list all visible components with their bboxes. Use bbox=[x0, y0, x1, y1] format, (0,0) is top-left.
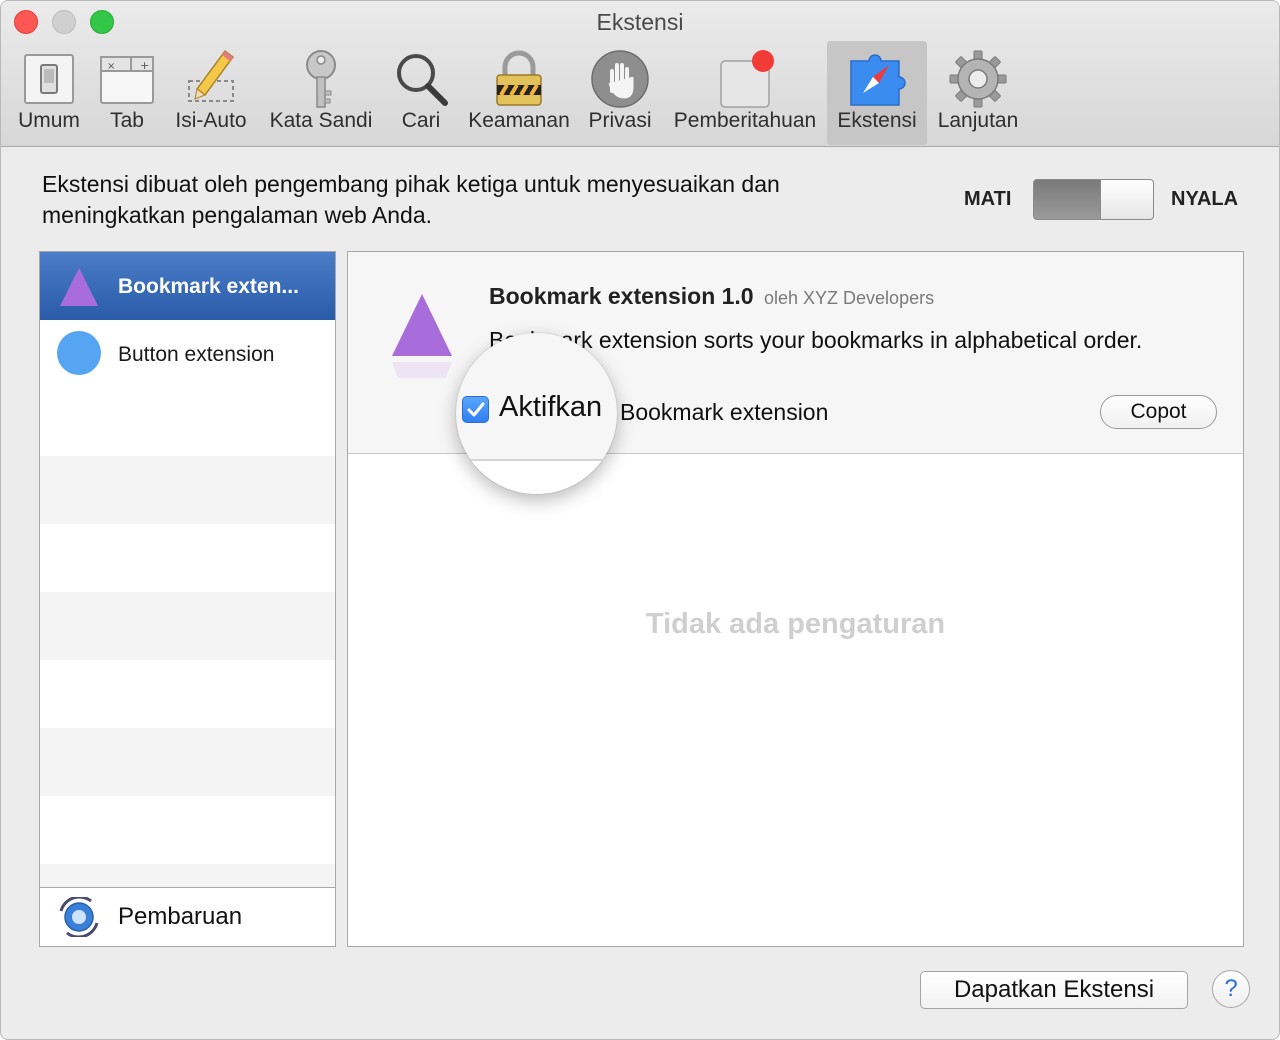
toolbar-label: Privasi bbox=[588, 109, 652, 132]
svg-text:×: × bbox=[107, 61, 115, 72]
pencil-icon bbox=[188, 49, 235, 102]
empty-row bbox=[40, 592, 335, 660]
toolbar-item-pemberitahuan[interactable]: Pemberitahuan bbox=[665, 41, 825, 145]
toolbar-label: Kata Sandi bbox=[269, 109, 373, 132]
notification-icon bbox=[720, 50, 774, 108]
checkmark-icon bbox=[467, 402, 485, 417]
toolbar-item-kata-sandi[interactable]: Kata Sandi bbox=[263, 41, 379, 145]
window-title: Ekstensi bbox=[596, 9, 684, 35]
search-icon bbox=[397, 54, 448, 106]
enable-checkbox[interactable] bbox=[462, 396, 489, 423]
extension-name: Bookmark extension 1.0 bbox=[489, 283, 754, 309]
toolbar-item-ekstensi[interactable]: Ekstensi bbox=[827, 41, 927, 145]
toolbar-label: Keamanan bbox=[468, 109, 570, 132]
switch-on-label: NYALA bbox=[1171, 188, 1239, 210]
purple-triangle-icon bbox=[60, 268, 98, 306]
uninstall-button[interactable]: Copot bbox=[1100, 395, 1217, 429]
extensions-description: Ekstensi dibuat oleh pengembang pihak ke… bbox=[42, 171, 780, 228]
list-item-label: Bookmark exten... bbox=[118, 275, 299, 298]
extensions-master-switch[interactable] bbox=[1033, 179, 1154, 220]
toolbar-label: Ekstensi bbox=[837, 109, 917, 132]
magnifier-lower bbox=[456, 461, 617, 494]
empty-row bbox=[40, 864, 335, 888]
toolbar-label: Pemberitahuan bbox=[673, 109, 817, 132]
toolbar-item-cari[interactable]: Cari bbox=[385, 41, 457, 145]
general-switch-icon bbox=[24, 54, 74, 104]
purple-triangle-icon bbox=[392, 294, 452, 378]
preferences-window: Ekstensi Umum × + Tab Isi-Auto Kata Sand… bbox=[0, 0, 1280, 1040]
no-settings-message: Tidak ada pengaturan bbox=[645, 608, 946, 640]
updates-label: Pembaruan bbox=[118, 903, 243, 930]
empty-row bbox=[40, 456, 335, 524]
empty-row bbox=[40, 796, 335, 864]
toolbar-item-umum[interactable]: Umum bbox=[7, 41, 91, 145]
list-item-bookmark-extension[interactable]: Bookmark exten... bbox=[40, 252, 335, 320]
gear-icon bbox=[949, 50, 1007, 108]
tabs-icon: × + bbox=[100, 56, 154, 104]
switch-off-label: MATI bbox=[964, 188, 1012, 210]
toolbar-item-tab[interactable]: × + Tab bbox=[91, 41, 163, 145]
empty-row bbox=[40, 660, 335, 728]
toolbar-item-isi-auto[interactable]: Isi-Auto bbox=[167, 41, 255, 145]
toolbar-label: Lanjutan bbox=[937, 109, 1019, 132]
empty-row bbox=[40, 728, 335, 796]
extension-list: Bookmark exten... Button extension Pemba… bbox=[39, 251, 336, 947]
list-item-button-extension[interactable]: Button extension bbox=[40, 320, 335, 388]
toolbar-item-privasi[interactable]: Privasi bbox=[581, 41, 659, 145]
enable-target-label: Bookmark extension bbox=[620, 399, 829, 425]
switch-knob bbox=[1100, 180, 1153, 219]
toolbar-label: Tab bbox=[110, 109, 144, 132]
empty-row bbox=[40, 524, 335, 592]
titlebar: Ekstensi Umum × + Tab Isi-Auto Kata Sand… bbox=[1, 1, 1279, 147]
get-extensions-button[interactable]: Dapatkan Ekstensi bbox=[920, 971, 1188, 1009]
lock-icon bbox=[496, 50, 542, 106]
toolbar-label: Isi-Auto bbox=[175, 109, 247, 132]
toolbar-label: Cari bbox=[401, 109, 441, 132]
list-item-label: Button extension bbox=[118, 343, 275, 366]
toolbar-item-lanjutan[interactable]: Lanjutan bbox=[931, 41, 1025, 145]
enable-label: Aktifkan bbox=[499, 391, 603, 423]
svg-text:+: + bbox=[140, 59, 149, 72]
empty-row bbox=[40, 388, 335, 456]
updates-item[interactable]: Pembaruan bbox=[40, 887, 335, 946]
extension-title: Bookmark extension 1.0 oleh XYZ Develope… bbox=[489, 283, 934, 310]
puzzle-compass-icon bbox=[850, 54, 906, 106]
toolbar-label: Umum bbox=[18, 109, 80, 132]
blue-circle-icon bbox=[57, 331, 101, 375]
extension-developer: oleh XYZ Developers bbox=[764, 288, 935, 308]
toolbar-item-keamanan[interactable]: Keamanan bbox=[463, 41, 575, 145]
magnifier-callout: Aktifkan bbox=[456, 333, 617, 494]
key-icon bbox=[306, 50, 336, 108]
help-button[interactable]: ? bbox=[1212, 970, 1250, 1008]
hand-icon bbox=[591, 50, 649, 108]
software-update-icon bbox=[59, 897, 99, 937]
